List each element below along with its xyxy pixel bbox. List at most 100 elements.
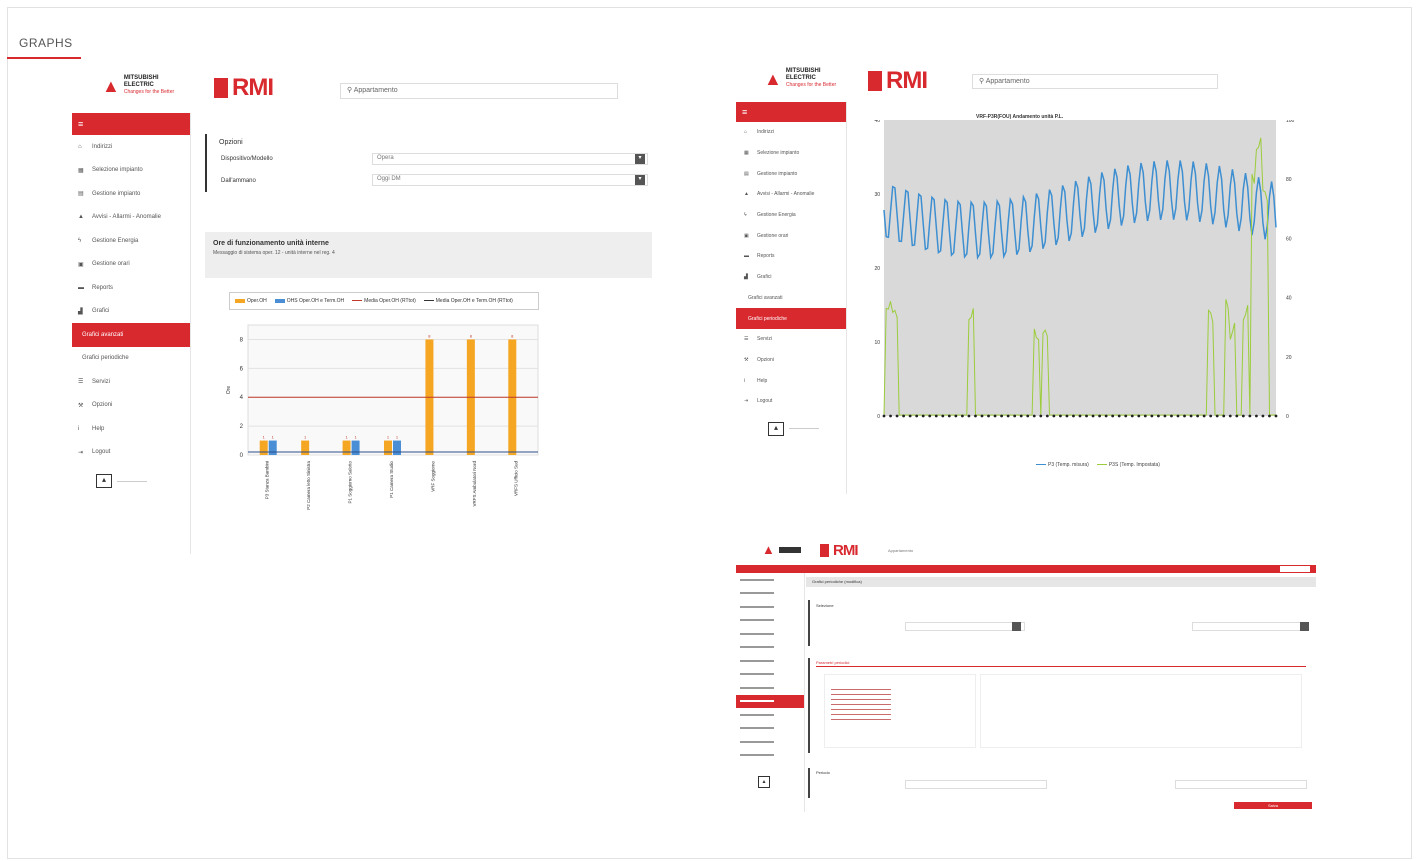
axis-marker (967, 414, 971, 418)
sidebar-item[interactable]: ⚒ Opzioni (736, 350, 846, 371)
sidebar-item[interactable] (736, 654, 804, 668)
home-icon: ⌂ (78, 143, 82, 150)
search-input[interactable]: ⚲ Appartamento (340, 83, 618, 99)
logout-area[interactable]: ▴ (768, 421, 846, 436)
sidebar-item[interactable]: ▦ Selezione impianto (72, 159, 190, 183)
sidebar-item[interactable] (736, 668, 804, 682)
axis-marker (1085, 414, 1088, 418)
sidebar-item[interactable] (736, 681, 804, 695)
sidebar-item-label: Gestione impianto (92, 190, 141, 197)
sidebar-item[interactable]: ⇥ Logout (736, 391, 846, 412)
sidebar-header[interactable]: ≡ (72, 113, 190, 135)
option-select-2-button[interactable]: ▾ (635, 175, 645, 185)
page-title: Grafici periodiche (modifica) (812, 579, 862, 584)
logo-line-1: MITSUBISHI (123, 75, 159, 81)
sidebar-item[interactable] (736, 627, 804, 641)
sidebar-item[interactable]: ▬ Reports (736, 246, 846, 267)
sidebar-item[interactable]: ☰ Servizi (736, 329, 846, 350)
sidebar-item-placeholder (740, 740, 774, 743)
option-select-1[interactable]: Opera (372, 153, 648, 165)
sidebar-item[interactable]: ▲ Avvisi - Allarmi - Anomalie (736, 184, 846, 205)
search-input[interactable]: Appartamento (888, 548, 913, 553)
select-button[interactable] (1300, 622, 1309, 631)
axis-marker (1209, 414, 1213, 418)
wrench-icon: ⚒ (78, 402, 84, 409)
search-input[interactable]: ⚲ Appartamento (972, 74, 1218, 89)
clipboard-icon: ▤ (744, 170, 749, 177)
logout-area[interactable]: ▴ (96, 474, 190, 488)
sidebar-item[interactable] (736, 694, 804, 708)
axis-marker (1117, 414, 1121, 418)
sidebar-item[interactable]: Grafici avanzati (736, 288, 846, 309)
bar-chart: 02468Ore1 1P3 Stanza Bambini1P2 Camera le… (226, 324, 539, 510)
axis-marker (1183, 414, 1186, 418)
sidebar-item[interactable]: Grafici periodiche (736, 308, 846, 329)
top-red-bar (736, 565, 1316, 573)
sidebar-item[interactable]: ▦ Selezione impianto (736, 143, 846, 164)
list-box[interactable] (824, 674, 976, 748)
sidebar-item[interactable] (736, 722, 804, 736)
sidebar-item[interactable]: i Help (72, 417, 190, 441)
lock-icon: ▴ (768, 421, 784, 436)
option-select-2[interactable]: Oggi DM (372, 174, 648, 186)
date-field[interactable] (1175, 780, 1307, 789)
axis-marker (961, 414, 964, 418)
sidebar-item[interactable] (736, 587, 804, 601)
sidebar: ≡ ⌂ Indirizzi ▦ Selezione impianto ▤ Gestione… (736, 102, 847, 494)
axis-marker (1026, 414, 1030, 418)
sidebar-item[interactable]: ϟ Gestione Energia (736, 205, 846, 226)
sidebar-item[interactable]: ☰ Servizi (72, 370, 190, 394)
divider (816, 666, 1306, 667)
sidebar-item[interactable]: i Help (736, 370, 846, 391)
sidebar-item[interactable] (736, 573, 804, 587)
axis-marker (1052, 414, 1056, 418)
search-placeholder: Appartamento (985, 78, 1030, 85)
option-select-1-button[interactable]: ▾ (635, 154, 645, 164)
sidebar-item[interactable] (736, 735, 804, 749)
sidebar-item[interactable]: ▟ Grafici (72, 300, 190, 324)
sidebar-item[interactable] (736, 614, 804, 628)
x-tick-label: VRFS Ambulatori Nord (472, 461, 477, 507)
date-field[interactable] (905, 780, 1047, 789)
sidebar-item[interactable]: ▣ Gestione orari (736, 225, 846, 246)
logo-line-2: ELECTRIC (123, 82, 154, 88)
right-y-tick-label: 100 (1286, 120, 1295, 124)
select-button[interactable] (1012, 622, 1021, 631)
sidebar-item[interactable]: ⌂ Indirizzi (72, 135, 190, 159)
sidebar-header[interactable]: ≡ (736, 102, 846, 122)
sidebar-item[interactable]: ⚒ Opzioni (72, 394, 190, 418)
rmi-text: RMI (886, 67, 928, 94)
select-field[interactable] (905, 622, 1025, 631)
logout-icon: ⇥ (78, 449, 84, 456)
axis-marker (895, 414, 899, 418)
sidebar-item[interactable]: ϟ Gestione Energia (72, 229, 190, 253)
calendar-icon: ▣ (744, 232, 749, 239)
x-tick-label: P1 Camera Studio (389, 461, 394, 498)
sidebar-item[interactable]: ▲ Avvisi - Allarmi - Anomalie (72, 206, 190, 230)
axis-marker (1202, 414, 1206, 418)
sidebar-item[interactable]: ▤ Gestione impianto (736, 163, 846, 184)
rmi-logo: RMI (868, 67, 928, 95)
sidebar-item[interactable] (736, 749, 804, 763)
section-title: Periodo (816, 770, 830, 775)
sidebar-item[interactable]: Grafici periodiche (72, 347, 190, 371)
left-y-tick-label: 10 (874, 340, 880, 346)
sidebar-item[interactable]: ⇥ Logout (72, 441, 190, 465)
save-button[interactable]: Salva (1234, 802, 1312, 809)
sidebar-item[interactable]: Grafici avanzati (72, 323, 190, 347)
select-field[interactable] (1192, 622, 1304, 631)
sidebar-item[interactable] (736, 708, 804, 722)
sidebar-item[interactable]: ⌂ Indirizzi (736, 122, 846, 143)
sidebar-item[interactable] (736, 600, 804, 614)
sidebar-item[interactable]: ▬ Reports (72, 276, 190, 300)
axis-marker (934, 414, 938, 418)
sidebar-item[interactable]: ▤ Gestione impianto (72, 182, 190, 206)
logout-area[interactable]: ▴ (758, 770, 804, 788)
user-box[interactable] (1280, 566, 1310, 572)
sidebar-item[interactable] (736, 641, 804, 655)
sidebar-item[interactable]: ▟ Grafici (736, 267, 846, 288)
sidebar-item[interactable]: ▣ Gestione orari (72, 253, 190, 277)
bar (301, 440, 310, 455)
bar (393, 440, 401, 455)
axis-marker (1130, 414, 1134, 418)
